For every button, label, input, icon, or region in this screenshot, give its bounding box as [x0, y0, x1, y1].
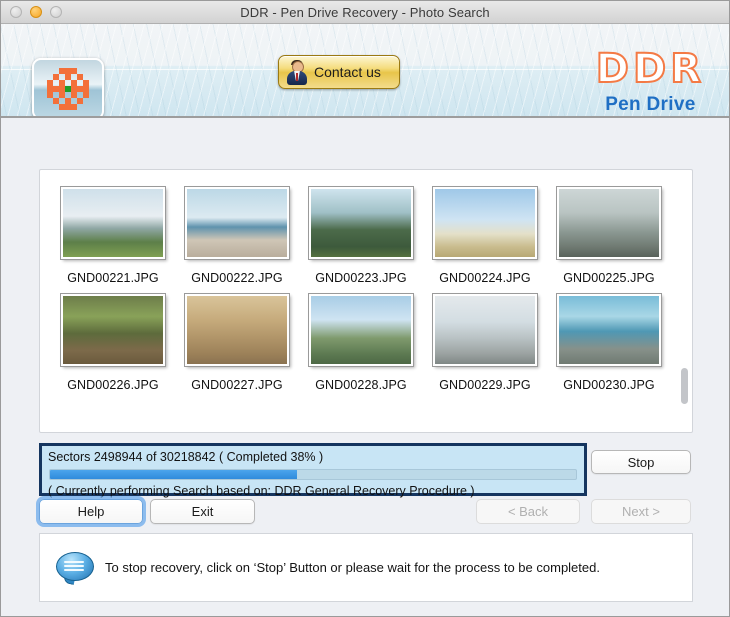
app-logo-icon [32, 58, 104, 116]
thumbnail-item[interactable]: GND00226.JPG [54, 285, 172, 392]
header-banner: Contact us DDR Pen Drive [1, 24, 729, 118]
thumbnail-item[interactable]: GND00225.JPG [550, 178, 668, 285]
thumbnail-image[interactable] [432, 186, 538, 260]
vertical-scrollbar[interactable] [680, 174, 689, 428]
thumbnail-filename: GND00225.JPG [563, 271, 655, 285]
close-button[interactable] [10, 6, 22, 18]
progress-bar [49, 469, 577, 480]
back-button: < Back [476, 499, 580, 524]
contact-us-button[interactable]: Contact us [278, 55, 400, 89]
thumbnail-item[interactable]: GND00223.JPG [302, 178, 420, 285]
application-window: DDR - Pen Drive Recovery - Photo Search … [0, 0, 730, 617]
zoom-button[interactable] [50, 6, 62, 18]
thumbnail-grid: GND00221.JPG GND00222.JPG GND00223.JPG GND0… [40, 170, 692, 392]
thumbnail-filename: GND00224.JPG [439, 271, 531, 285]
brand-subtitle: Pen Drive [605, 94, 696, 115]
thumbnail-filename: GND00230.JPG [563, 378, 655, 392]
thumbnail-image[interactable] [184, 186, 290, 260]
thumbnail-image[interactable] [432, 293, 538, 367]
next-button: Next > [591, 499, 691, 524]
thumbnail-row: GND00221.JPG GND00222.JPG GND00223.JPG GND0… [46, 178, 686, 285]
scrollbar-thumb[interactable] [681, 368, 688, 404]
thumbnail-filename: GND00223.JPG [315, 271, 407, 285]
thumbnail-filename: GND00222.JPG [191, 271, 283, 285]
progress-panel: Sectors 2498944 of 30218842 ( Completed … [39, 443, 587, 498]
thumbnail-item[interactable]: GND00229.JPG [426, 285, 544, 392]
help-button[interactable]: Help [39, 499, 143, 524]
thumbnail-item[interactable]: GND00221.JPG [54, 178, 172, 285]
exit-button[interactable]: Exit [150, 499, 255, 524]
window-controls [10, 6, 62, 18]
minimize-button[interactable] [30, 6, 42, 18]
thumbnail-image[interactable] [184, 293, 290, 367]
progress-activity-text: ( Currently performing Search based on: … [48, 484, 475, 498]
checkered-flower-icon [47, 68, 89, 110]
brand-logo: DDR Pen Drive [595, 46, 705, 116]
thumbnail-filename: GND00227.JPG [191, 378, 283, 392]
stop-button[interactable]: Stop [591, 450, 691, 474]
thumbnail-filename: GND00229.JPG [439, 378, 531, 392]
title-bar: DDR - Pen Drive Recovery - Photo Search [1, 1, 729, 24]
thumbnail-item[interactable]: GND00222.JPG [178, 178, 296, 285]
thumbnail-image[interactable] [60, 293, 166, 367]
message-panel: To stop recovery, click on ‘Stop’ Button… [39, 533, 693, 602]
window-title: DDR - Pen Drive Recovery - Photo Search [240, 4, 490, 20]
speech-bubble-icon [56, 552, 94, 586]
thumbnail-image[interactable] [556, 293, 662, 367]
thumbnail-item[interactable]: GND00230.JPG [550, 285, 668, 392]
thumbnail-item[interactable]: GND00228.JPG [302, 285, 420, 392]
thumbnail-image[interactable] [308, 186, 414, 260]
progress-bar-fill [50, 470, 298, 479]
thumbnail-image[interactable] [308, 293, 414, 367]
message-text: To stop recovery, click on ‘Stop’ Button… [105, 560, 600, 575]
thumbnail-image[interactable] [556, 186, 662, 260]
progress-status-text: Sectors 2498944 of 30218842 ( Completed … [48, 450, 324, 464]
thumbnail-filename: GND00226.JPG [67, 378, 159, 392]
thumbnail-panel[interactable]: GND00221.JPG GND00222.JPG GND00223.JPG GND0… [39, 169, 693, 433]
brand-name: DDR [595, 46, 705, 92]
person-icon [285, 59, 309, 85]
thumbnail-item[interactable]: GND00224.JPG [426, 178, 544, 285]
thumbnail-item[interactable]: GND00227.JPG [178, 285, 296, 392]
thumbnail-filename: GND00221.JPG [67, 271, 159, 285]
thumbnail-row: GND00226.JPG GND00227.JPG GND00228.JPG GND0… [46, 285, 686, 392]
contact-us-label: Contact us [314, 64, 381, 80]
thumbnail-filename: GND00228.JPG [315, 378, 407, 392]
thumbnail-image[interactable] [60, 186, 166, 260]
main-content: GND00221.JPG GND00222.JPG GND00223.JPG GND0… [1, 118, 729, 616]
